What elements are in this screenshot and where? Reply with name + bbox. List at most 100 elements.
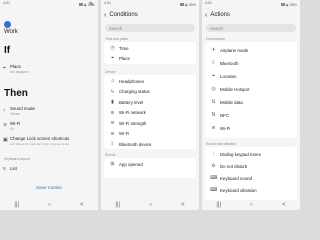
action-sub: On (10, 127, 15, 131)
action-location[interactable]: ⌖ Location (205, 71, 297, 81)
search-input[interactable]: Search (206, 24, 296, 32)
condition-battery[interactable]: ▮ Battery level (104, 97, 196, 107)
wifi-icon: ≋ (211, 125, 216, 131)
nav-bar: ||| ○ < (202, 200, 300, 210)
action-title: Wi-Fi (10, 121, 21, 126)
wifi-icon: ≋ (110, 130, 115, 137)
wifi-icon: ≋ (3, 122, 8, 128)
card-time-place: ◷ Time ⌖ Place (104, 42, 196, 64)
item-label: Mobile Hotspot (220, 86, 250, 92)
nfc-icon: N (211, 112, 216, 118)
condition-bluetooth-device[interactable]: ᛒ Bluetooth device (104, 139, 196, 149)
action-dialing-keypad-tones[interactable]: ⁝ Dialing keypad tones (205, 149, 297, 159)
routine-name[interactable]: Work (4, 29, 18, 35)
status-time: 4:51 (205, 1, 212, 5)
status-bar: 4:51 ◉ 55% (101, 0, 199, 8)
home-button[interactable]: ○ (149, 202, 153, 208)
back-arrow-icon[interactable]: ‹ (205, 12, 207, 19)
condition-app-opened[interactable]: ⊞ App opened (104, 159, 196, 169)
action-keyboard-sound[interactable]: ⌨ Keyboard sound (205, 173, 297, 183)
item-label: Keyboard sound (220, 175, 252, 181)
status-icons: ◉ 55% (184, 2, 196, 7)
condition-wifi-strength[interactable]: ≋ Wi-Fi strength (104, 118, 196, 128)
list-icon: ≡ (3, 166, 6, 172)
action-mobile-data[interactable]: ⇅ Mobile data (205, 97, 297, 107)
place-title: Place (10, 64, 21, 69)
status-icons: ◉ 55% (285, 2, 297, 7)
action-title: Change Lock screen shortcuts (10, 136, 70, 141)
place-icon: ⌖ (3, 65, 6, 71)
section-sound-vibration: Sound and vibration (206, 142, 237, 146)
hotspot-icon: ◎ (211, 86, 216, 92)
item-label: Bluetooth device (119, 141, 152, 147)
pin-icon[interactable]: ✎ (89, 1, 94, 8)
app-bar: ‹ Conditions (101, 9, 199, 21)
action-wifi[interactable]: ≋ Wi-Fi (205, 123, 297, 133)
item-label: App opened (119, 161, 143, 167)
home-button[interactable]: ○ (250, 202, 254, 208)
action-title: Sound mode (10, 106, 35, 111)
status-bar: 4:51 ◉ 55% (0, 0, 98, 8)
action-nfc[interactable]: N NFC (205, 110, 297, 120)
section-device: Device (105, 70, 116, 74)
place-condition[interactable]: ⌖ Place Not assigned (3, 62, 95, 76)
headphones-icon: ♫ (110, 78, 115, 84)
lock-icon: ▣ (3, 137, 8, 143)
action-bluetooth[interactable]: ᛒ Bluetooth (205, 58, 297, 68)
action-sub: Vibrate (10, 112, 21, 116)
charging-icon: ϟ (111, 88, 114, 95)
action-keyboard-vibration[interactable]: ⌨ Keyboard vibration (205, 185, 297, 195)
item-label: Bluetooth (220, 60, 239, 66)
item-label: Keyboard vibration (220, 187, 257, 193)
action-airplane-mode[interactable]: ✈ Airplane mode (205, 45, 297, 55)
clock-icon: ◷ (110, 45, 115, 51)
action-lockscreen-shortcuts[interactable]: ▣ Change Lock screen shortcuts Left: Blu… (3, 135, 95, 151)
action-mobile-hotspot[interactable]: ◎ Mobile Hotspot (205, 84, 297, 94)
item-label: Wi-Fi (119, 131, 130, 136)
actions-screen: 4:51 ◉ 55% ‹ Actions Search Connections … (202, 0, 300, 210)
card-sound-vibration: ⁝ Dialing keypad tones ⊖ Do not disturb ⌨ K… (205, 147, 297, 207)
app-bar: ‹ Actions (202, 9, 300, 21)
routine-icon[interactable] (4, 21, 11, 28)
battery-icon (78, 3, 83, 6)
action-list[interactable]: ≡ List (3, 165, 95, 175)
condition-charging[interactable]: ϟ Charging status (104, 87, 196, 97)
keypad-icon: ⁝ (212, 151, 215, 157)
recent-apps-button[interactable]: ||| (216, 202, 221, 208)
section-connections: Connections (206, 37, 225, 41)
back-arrow-icon[interactable]: ‹ (104, 12, 106, 19)
item-label: Airplane mode (220, 47, 249, 53)
nav-bar: ||| ○ < (0, 200, 98, 210)
action-title: List (10, 166, 17, 171)
action-sound-mode[interactable]: ♪ Sound mode Vibrate (3, 105, 95, 117)
action-wifi[interactable]: ≋ Wi-Fi On (3, 120, 95, 132)
search-input[interactable]: Search (105, 24, 195, 32)
condition-time[interactable]: ◷ Time (104, 43, 196, 53)
condition-wifi-network[interactable]: ≋ Wi-Fi network (104, 108, 196, 118)
mobile-data-icon: ⇅ (211, 99, 216, 105)
item-label: NFC (220, 112, 230, 118)
nav-bar: ||| ○ < (101, 200, 199, 210)
condition-headphones[interactable]: ♫ Headphones (104, 76, 196, 86)
condition-wifi[interactable]: ≋ Wi-Fi (104, 129, 196, 139)
keyboard-icon: ⌨ (210, 187, 218, 193)
item-label: Wi-Fi (220, 125, 231, 131)
keyboard-icon: ⌨ (210, 175, 218, 181)
save-routine-button[interactable]: Save routine (0, 185, 98, 190)
action-do-not-disturb[interactable]: ⊖ Do not disturb (205, 161, 297, 171)
location-icon: ⌖ (212, 73, 215, 79)
if-heading: If (4, 45, 11, 56)
condition-place[interactable]: ⌖ Place (104, 53, 196, 63)
page-title: Actions (210, 12, 231, 18)
home-button[interactable]: ○ (48, 202, 52, 208)
back-nav-button[interactable]: < (181, 202, 185, 208)
recent-apps-button[interactable]: ||| (115, 202, 120, 208)
page-title: Conditions (109, 12, 138, 18)
item-label: Mobile data (220, 99, 243, 105)
status-bar: 4:51 ◉ 55% (202, 0, 300, 8)
back-nav-button[interactable]: < (282, 202, 286, 208)
battery-icon: ▮ (111, 99, 114, 105)
back-nav-button[interactable]: < (80, 202, 84, 208)
recent-apps-button[interactable]: ||| (14, 202, 19, 208)
bluetooth-icon: ᛒ (211, 60, 215, 66)
